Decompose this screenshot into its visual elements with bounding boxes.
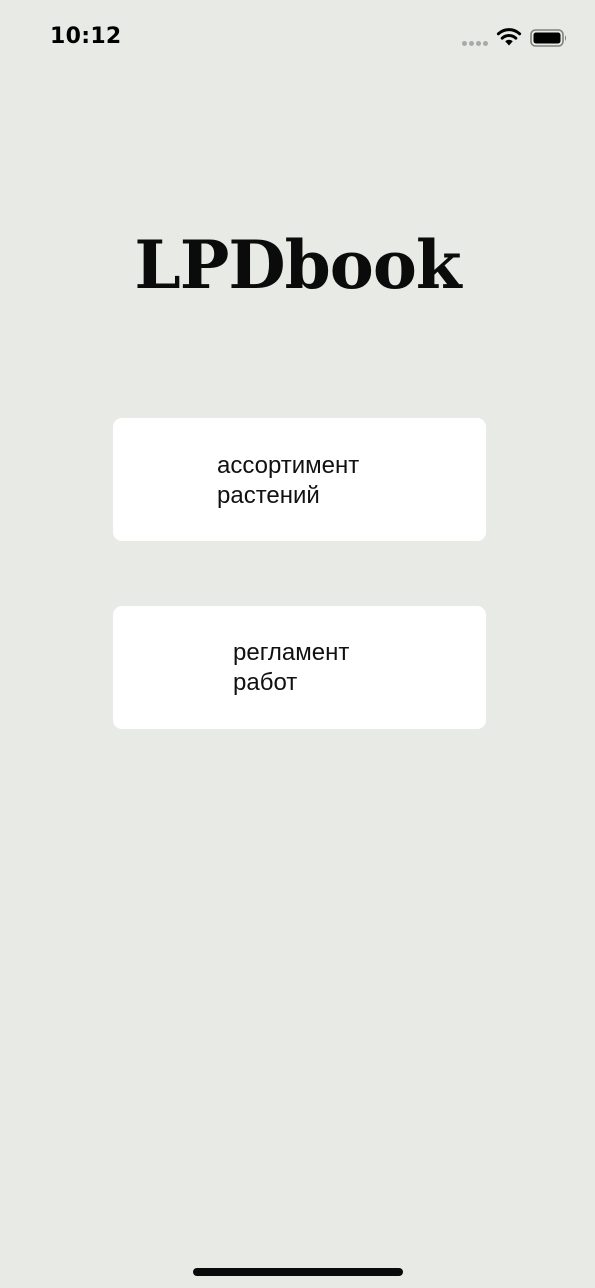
- status-bar: 10:12: [0, 0, 595, 76]
- cellular-signal-icon: [462, 41, 488, 46]
- work-regulations-label: регламент работ: [233, 638, 349, 698]
- plant-assortment-label: ассортимент растений: [217, 451, 359, 511]
- status-time: 10:12: [50, 24, 122, 49]
- battery-icon: [530, 29, 567, 47]
- work-regulations-label-line2: работ: [233, 669, 298, 696]
- plant-assortment-label-line1: ассортимент: [217, 452, 360, 479]
- plant-assortment-button[interactable]: ассортимент растений: [113, 418, 486, 541]
- work-regulations-button[interactable]: регламент работ: [113, 606, 486, 729]
- app-title: LPDbook: [134, 226, 461, 304]
- plant-assortment-label-line2: растений: [217, 482, 320, 509]
- home-indicator[interactable]: [193, 1268, 403, 1276]
- work-regulations-label-line1: регламент: [233, 639, 350, 666]
- wifi-icon: [496, 28, 522, 46]
